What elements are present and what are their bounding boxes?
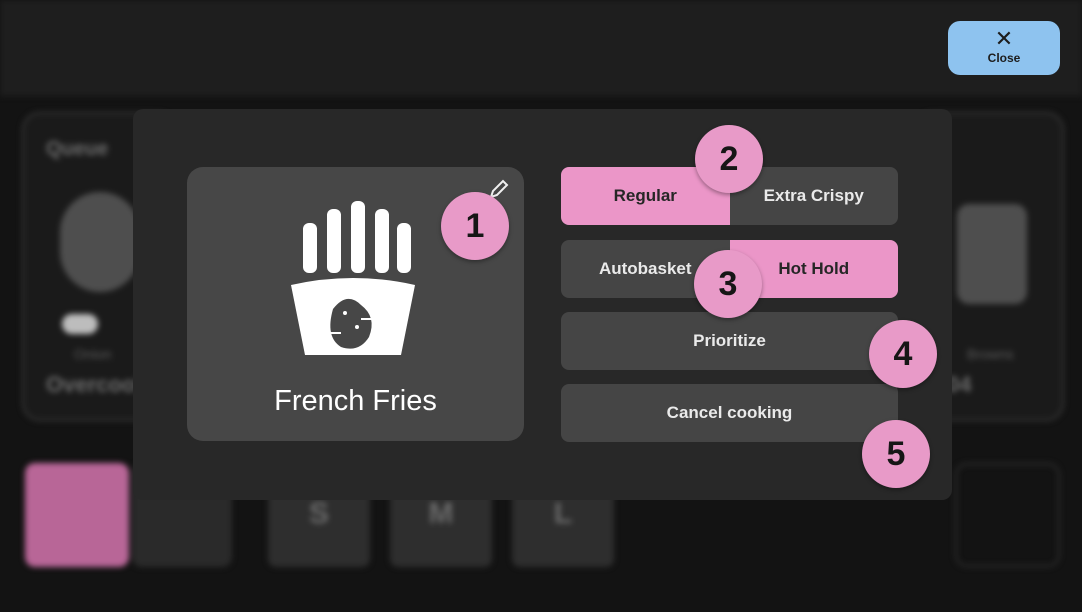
item-options-modal: French Fries Regular Extra Crispy Autoba… [133,109,952,500]
tag-icon [62,314,98,334]
annotation-badge-2: 2 [695,125,763,193]
annotation-badge-4: 4 [869,320,937,388]
left-item-caption: Onion [74,346,112,362]
annotation-badge-1: 1 [441,192,509,260]
fries-size-tile-active [25,463,129,567]
queue-title: Queue [46,138,109,160]
annotation-badge-5: 5 [862,420,930,488]
annotation-badge-3: 3 [694,250,762,318]
item-name: French Fries [274,385,437,417]
close-button[interactable]: ✕ Close [948,21,1060,75]
bolt-tile [955,463,1060,567]
close-icon: ✕ [994,26,1014,51]
hash-browns-icon [957,204,1027,304]
close-label: Close [987,51,1021,65]
prioritize-button[interactable]: Prioritize [561,312,898,370]
top-bar [0,0,1082,96]
cancel-cooking-button[interactable]: Cancel cooking [561,384,898,442]
right-item-caption: Browns [967,346,1014,362]
french-fries-icon [291,201,415,355]
onion-ring-icon [60,192,140,292]
